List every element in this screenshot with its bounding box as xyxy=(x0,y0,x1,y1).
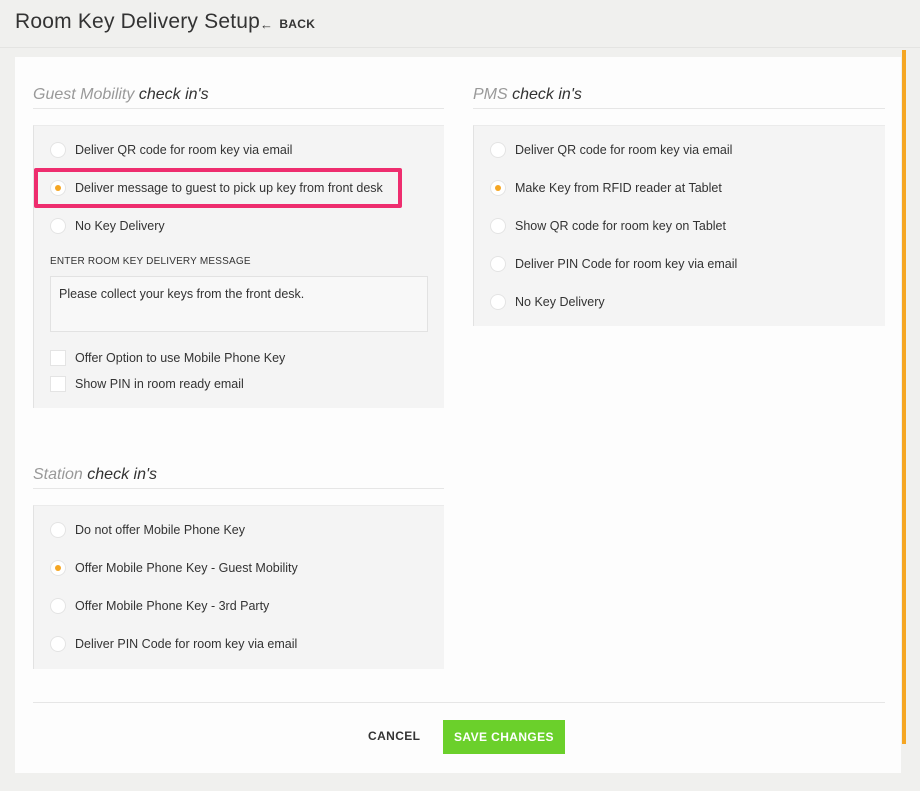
section-title-dark: check in's xyxy=(512,86,582,103)
option-label: Offer Mobile Phone Key - Guest Mobility xyxy=(75,561,298,575)
radio-button[interactable] xyxy=(50,522,66,538)
gm-option-qr-email[interactable]: Deliver QR code for room key via email xyxy=(50,142,292,158)
gm-option-no-key[interactable]: No Key Delivery xyxy=(50,218,165,234)
page-title: Room Key Delivery Setup xyxy=(15,10,261,33)
option-label: Deliver PIN Code for room key via email xyxy=(515,257,738,271)
radio-button-selected[interactable] xyxy=(50,180,66,196)
section-title-dark: check in's xyxy=(138,86,209,103)
option-label: Deliver QR code for room key via email xyxy=(75,143,293,157)
footer-divider xyxy=(33,702,885,703)
section-title-dark: check in's xyxy=(87,466,158,483)
radio-button[interactable] xyxy=(50,598,66,614)
checkbox-label: Offer Option to use Mobile Phone Key xyxy=(75,351,286,365)
guest-mobility-title: Guest Mobility check in's xyxy=(33,86,444,109)
radio-button[interactable] xyxy=(490,142,506,158)
section-title-light: Station xyxy=(33,466,83,483)
top-bar: Room Key Delivery Setup ← BACK xyxy=(0,0,920,48)
radio-button-selected[interactable] xyxy=(490,180,506,196)
save-changes-button[interactable]: SAVE CHANGES xyxy=(443,720,565,754)
option-label: Make Key from RFID reader at Tablet xyxy=(515,181,722,195)
section-title-light: PMS xyxy=(473,86,508,103)
radio-button[interactable] xyxy=(490,256,506,272)
option-label: Deliver message to guest to pick up key … xyxy=(75,181,383,195)
message-field-label: ENTER ROOM KEY DELIVERY MESSAGE xyxy=(50,256,251,267)
cancel-button[interactable]: CANCEL xyxy=(368,729,420,743)
pms-option-qr-email[interactable]: Deliver QR code for room key via email xyxy=(490,142,732,158)
station-title: Station check in's xyxy=(33,466,444,489)
delivery-message-input[interactable]: Please collect your keys from the front … xyxy=(50,276,428,332)
radio-button[interactable] xyxy=(50,142,66,158)
option-label: No Key Delivery xyxy=(75,219,165,233)
station-box: Do not offer Mobile Phone Key Offer Mobi… xyxy=(33,505,444,669)
pms-option-rfid[interactable]: Make Key from RFID reader at Tablet xyxy=(490,180,722,196)
station-option-guest-mobility[interactable]: Offer Mobile Phone Key - Guest Mobility xyxy=(50,560,298,576)
option-label: Deliver PIN Code for room key via email xyxy=(75,637,298,651)
arrow-left-icon: ← xyxy=(260,16,274,32)
option-label: No Key Delivery xyxy=(515,295,605,309)
back-button[interactable]: ← BACK xyxy=(260,17,315,31)
radio-button-selected[interactable] xyxy=(50,560,66,576)
option-label: Deliver QR code for room key via email xyxy=(515,143,733,157)
radio-button[interactable] xyxy=(50,218,66,234)
radio-button[interactable] xyxy=(490,218,506,234)
gm-option-front-desk-message[interactable]: Deliver message to guest to pick up key … xyxy=(50,180,383,196)
option-label: Show QR code for room key on Tablet xyxy=(515,219,726,233)
station-option-3rd-party[interactable]: Offer Mobile Phone Key - 3rd Party xyxy=(50,598,269,614)
pms-option-no-key[interactable]: No Key Delivery xyxy=(490,294,605,310)
gm-checkbox-mobile-key[interactable]: Offer Option to use Mobile Phone Key xyxy=(50,350,285,366)
pms-title: PMS check in's xyxy=(473,86,885,109)
radio-button[interactable] xyxy=(490,294,506,310)
gm-checkbox-show-pin[interactable]: Show PIN in room ready email xyxy=(50,376,244,392)
option-label: Do not offer Mobile Phone Key xyxy=(75,523,246,537)
section-title-light: Guest Mobility xyxy=(33,86,135,103)
accent-scroll-bar xyxy=(902,50,906,744)
pms-option-qr-tablet[interactable]: Show QR code for room key on Tablet xyxy=(490,218,726,234)
guest-mobility-box: Deliver QR code for room key via email D… xyxy=(33,125,444,408)
pms-box: Deliver QR code for room key via email M… xyxy=(473,125,885,326)
checkbox[interactable] xyxy=(50,376,66,392)
option-label: Offer Mobile Phone Key - 3rd Party xyxy=(75,599,270,613)
checkbox[interactable] xyxy=(50,350,66,366)
back-label: BACK xyxy=(279,17,316,31)
station-option-no-mobile-key[interactable]: Do not offer Mobile Phone Key xyxy=(50,522,245,538)
radio-button[interactable] xyxy=(50,636,66,652)
checkbox-label: Show PIN in room ready email xyxy=(75,377,244,391)
pms-option-pin-email[interactable]: Deliver PIN Code for room key via email xyxy=(490,256,737,272)
station-option-pin-email[interactable]: Deliver PIN Code for room key via email xyxy=(50,636,297,652)
